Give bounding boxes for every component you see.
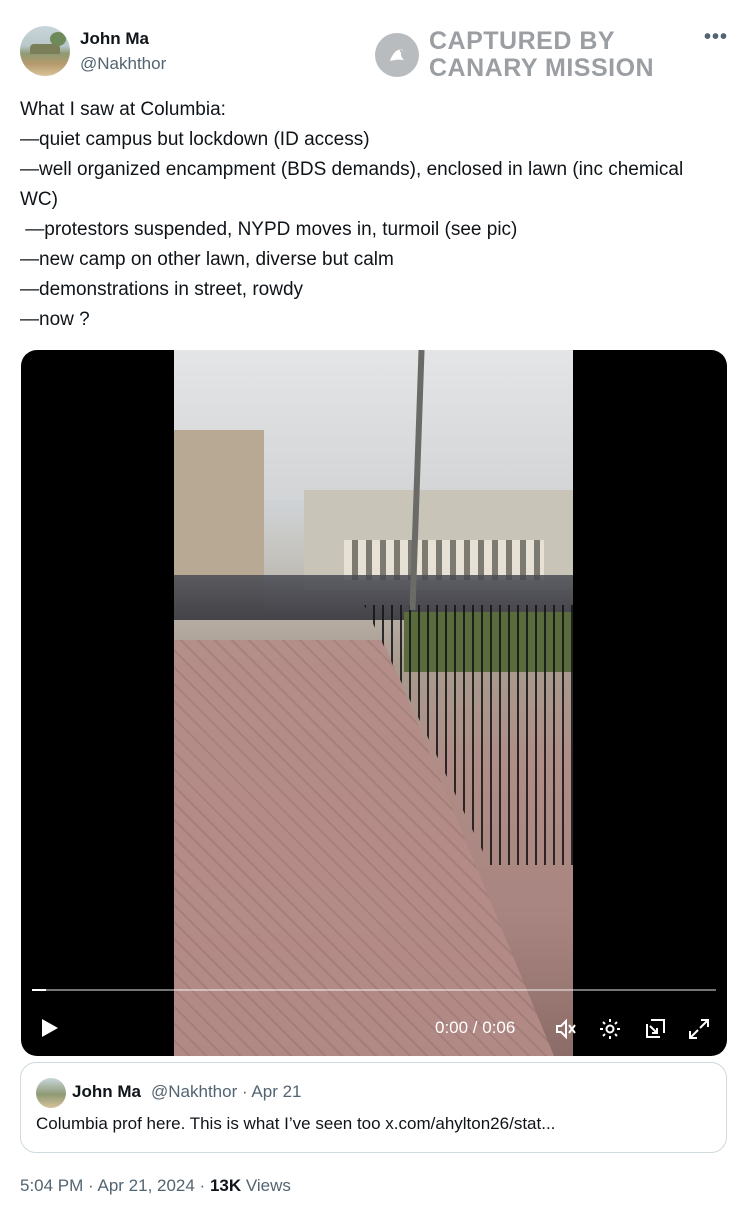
video-timecode: 0:00 / 0:06 bbox=[435, 1018, 516, 1037]
author-avatar[interactable] bbox=[20, 26, 70, 76]
canary-logo-icon bbox=[375, 33, 419, 77]
author-name[interactable]: John Ma bbox=[80, 29, 149, 49]
tweet-line: —demonstrations in street, rowdy bbox=[20, 279, 304, 300]
video-progress-fill bbox=[32, 989, 46, 991]
quoted-tweet-text: Columbia prof here. This is what I’ve se… bbox=[36, 1114, 556, 1133]
watermark-line2: CANARY MISSION bbox=[429, 54, 655, 82]
more-options-icon[interactable]: ••• bbox=[704, 26, 728, 49]
video-progress-bar[interactable] bbox=[32, 989, 716, 991]
video-player[interactable]: 0:00 / 0:06 bbox=[21, 350, 727, 1056]
tweet-line: —new camp on other lawn, diverse but cal… bbox=[20, 249, 394, 270]
video-frame[interactable] bbox=[174, 350, 573, 1056]
play-icon[interactable] bbox=[37, 1016, 61, 1040]
tweet-text: What I saw at Columbia: —quiet campus but… bbox=[20, 95, 720, 335]
views-label: Views bbox=[241, 1176, 291, 1195]
views-count[interactable]: 13K bbox=[210, 1176, 241, 1195]
quoted-author-name[interactable]: John Ma bbox=[72, 1082, 141, 1102]
tweet-line: —quiet campus but lockdown (ID access) bbox=[20, 129, 370, 150]
tweet-timestamp[interactable]: 5:04 PM · Apr 21, 2024 · bbox=[20, 1176, 210, 1195]
dock-icon[interactable] bbox=[642, 1016, 668, 1042]
tweet-footer: 5:04 PM · Apr 21, 2024 · 13K Views bbox=[20, 1176, 291, 1196]
settings-icon[interactable] bbox=[597, 1016, 623, 1042]
tweet-line: —now ? bbox=[20, 309, 90, 330]
quoted-avatar[interactable] bbox=[36, 1078, 66, 1108]
volume-icon[interactable] bbox=[553, 1016, 579, 1042]
quoted-author-meta: @Nakhthor · Apr 21 bbox=[151, 1082, 302, 1101]
tweet-line: —protestors suspended, NYPD moves in, tu… bbox=[20, 219, 518, 240]
author-handle[interactable]: @Nakhthor bbox=[80, 54, 166, 74]
fullscreen-icon[interactable] bbox=[686, 1016, 712, 1042]
tweet-line: What I saw at Columbia: bbox=[20, 99, 226, 120]
quoted-tweet[interactable]: John Ma @Nakhthor · Apr 21 Columbia prof… bbox=[20, 1062, 727, 1153]
tweet-line: —well organized encampment (BDS demands)… bbox=[20, 159, 689, 210]
watermark-line1: CAPTURED BY bbox=[429, 27, 616, 55]
watermark: CAPTURED BY CANARY MISSION bbox=[375, 28, 654, 82]
